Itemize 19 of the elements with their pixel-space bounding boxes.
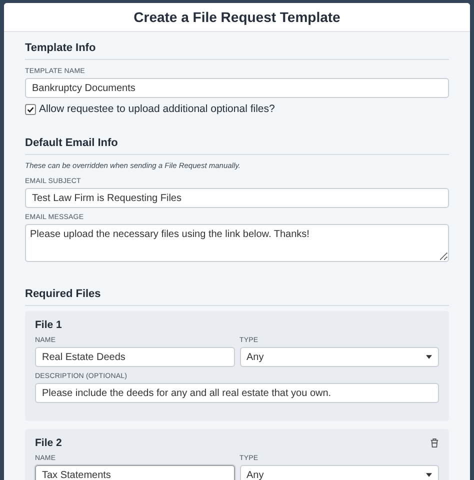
file-title: File 1 — [35, 319, 62, 331]
description-field[interactable]: Please include the deeds for any and all real estate that you own. — [35, 383, 439, 403]
subject-field[interactable]: Test Law Firm is Requesting Files — [25, 188, 449, 208]
caret-icon — [426, 355, 432, 359]
section-heading: Default Email Info — [25, 135, 449, 155]
section-heading: Template Info — [25, 40, 449, 60]
template-name-field[interactable]: Bankruptcy Documents — [25, 78, 449, 98]
file-name-field[interactable]: Real Estate Deeds — [35, 347, 234, 367]
dialog-title: Create a File Request Template — [134, 9, 340, 25]
file-name-field[interactable]: Tax Statements — [35, 465, 234, 480]
section-heading: Required Files — [25, 286, 449, 306]
checkbox-label: Allow requestee to upload additional optional files? — [39, 103, 275, 115]
file-title: File 2 — [35, 437, 62, 449]
checkbox[interactable] — [25, 104, 36, 114]
trash-icon[interactable] — [430, 438, 439, 448]
message-field[interactable]: Please upload the necessary files using the link below. Thanks! — [25, 224, 449, 262]
type-dropdown[interactable]: Any — [240, 465, 439, 480]
caret-icon — [426, 473, 432, 477]
type-dropdown[interactable]: Any — [240, 347, 439, 367]
